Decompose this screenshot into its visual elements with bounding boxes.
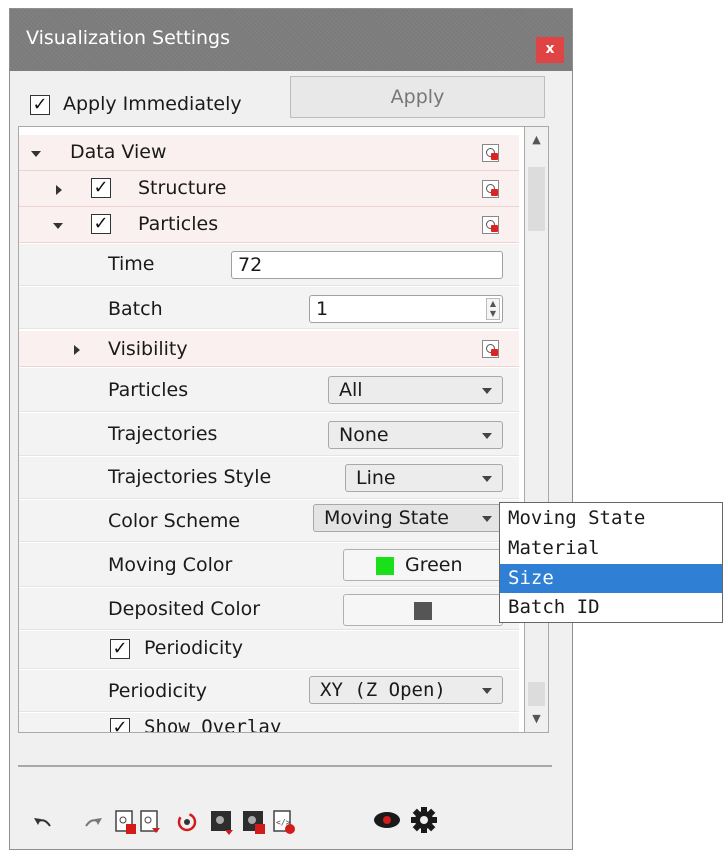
- refresh-icon[interactable]: [174, 808, 200, 836]
- time-label: Time: [108, 253, 155, 275]
- trajectories-label: Trajectories: [108, 423, 218, 445]
- collapse-arrow-icon[interactable]: [31, 151, 41, 157]
- title-bar[interactable]: Visualization Settings x: [10, 9, 572, 71]
- window-title: Visualization Settings: [26, 27, 230, 49]
- redo-icon[interactable]: [80, 808, 106, 836]
- trajectories-style-combo[interactable]: Line: [345, 464, 503, 492]
- dropdown-option[interactable]: Moving State: [500, 504, 722, 533]
- particles-combo[interactable]: All: [328, 376, 503, 404]
- particles-label: Particles: [108, 379, 189, 401]
- tree-row-visibility[interactable]: Visibility: [19, 331, 519, 367]
- color-scheme-dropdown-list[interactable]: Moving State Material Size Batch ID: [499, 502, 723, 623]
- structure-label: Structure: [138, 177, 227, 199]
- export-data-icon[interactable]: [241, 808, 267, 836]
- batch-spinbox[interactable]: 1 ▲ ▼: [309, 295, 503, 323]
- batch-value: 1: [316, 298, 329, 320]
- tree-row-data-view[interactable]: Data View: [19, 135, 519, 171]
- scroll-down-icon[interactable]: ▼: [525, 706, 548, 732]
- property-row-show-overlay: ✓ Show Overlay: [19, 713, 519, 733]
- tree-scrollbar[interactable]: ▲ ▼: [524, 126, 549, 733]
- particles-value: All: [339, 379, 363, 401]
- color-scheme-value: Moving State: [324, 507, 449, 529]
- particles-checkbox[interactable]: ✓: [91, 214, 111, 234]
- property-row-trajectories: Trajectories None: [19, 413, 519, 456]
- trajectories-combo[interactable]: None: [328, 421, 503, 449]
- scrollbar-thumb[interactable]: [528, 167, 545, 231]
- chevron-down-icon: [482, 433, 492, 439]
- property-row-deposited-color: Deposited Color: [19, 588, 519, 630]
- tree-row-particles[interactable]: ✓ Particles: [19, 207, 519, 243]
- settings-tree: Data View ✓ Structure ✓ Particles Time 7…: [18, 126, 543, 733]
- reset-defaults-icon[interactable]: [482, 180, 499, 198]
- property-row-trajectories-style: Trajectories Style Line: [19, 457, 519, 499]
- tree-row-structure[interactable]: ✓ Structure: [19, 171, 519, 207]
- undo-icon[interactable]: [30, 808, 56, 836]
- periodicity-combo[interactable]: XY (Z Open): [309, 676, 503, 704]
- property-row-color-scheme: Color Scheme Moving State: [19, 500, 519, 542]
- show-overlay-label: Show Overlay: [144, 716, 282, 733]
- dropdown-option[interactable]: Batch ID: [500, 593, 722, 622]
- collapse-arrow-icon[interactable]: [53, 223, 63, 229]
- reset-defaults-icon[interactable]: [482, 144, 499, 162]
- moving-color-swatch: [376, 557, 394, 575]
- trajectories-style-value: Line: [356, 467, 396, 489]
- chevron-down-icon: [482, 388, 492, 394]
- property-row-batch: Batch 1 ▲ ▼: [19, 287, 519, 329]
- property-row-moving-color: Moving Color Green: [19, 543, 519, 587]
- color-scheme-label: Color Scheme: [108, 510, 241, 532]
- trajectories-value: None: [339, 424, 389, 446]
- dropdown-option-selected[interactable]: Size: [500, 564, 722, 593]
- export-image-icon[interactable]: [209, 808, 235, 836]
- expand-arrow-icon[interactable]: [74, 345, 80, 355]
- chevron-down-icon: [482, 516, 492, 522]
- periodicity-checkbox[interactable]: ✓: [110, 639, 130, 659]
- apply-immediately-checkbox[interactable]: ✓: [30, 95, 50, 115]
- periodicity-label: Periodicity: [108, 680, 207, 702]
- trajectories-style-label: Trajectories Style: [108, 466, 272, 488]
- script-icon[interactable]: </>: [271, 808, 297, 836]
- deposited-color-label: Deposited Color: [108, 598, 261, 620]
- settings-gear-icon[interactable]: [409, 804, 439, 836]
- time-input[interactable]: 72: [231, 251, 503, 279]
- moving-color-value: Green: [405, 554, 463, 576]
- chevron-down-icon: [482, 476, 492, 482]
- data-view-label: Data View: [70, 141, 167, 163]
- save-settings-icon[interactable]: [113, 808, 139, 836]
- property-row-periodicity: Periodicity XY (Z Open): [19, 670, 519, 712]
- show-overlay-checkbox[interactable]: ✓: [110, 718, 130, 732]
- chevron-down-icon: [482, 688, 492, 694]
- reset-defaults-icon[interactable]: [482, 216, 499, 234]
- periodicity-check-label: Periodicity: [144, 637, 243, 659]
- apply-immediately-label: Apply Immediately: [63, 93, 242, 115]
- property-row-periodicity-check: ✓ Periodicity: [19, 631, 519, 669]
- scroll-up-icon[interactable]: ▲: [525, 127, 548, 153]
- visibility-eye-icon[interactable]: [372, 806, 402, 834]
- apply-button[interactable]: Apply: [290, 76, 545, 118]
- color-scheme-combo[interactable]: Moving State: [313, 504, 503, 532]
- spinner-arrows-icon[interactable]: ▲ ▼: [486, 298, 500, 320]
- load-settings-icon[interactable]: [138, 808, 164, 836]
- moving-color-label: Moving Color: [108, 554, 233, 576]
- scrollbar-lower-thumb[interactable]: [528, 682, 545, 706]
- property-row-time: Time 72: [19, 244, 519, 286]
- close-button[interactable]: x: [536, 37, 564, 63]
- reset-defaults-icon[interactable]: [482, 340, 499, 358]
- moving-color-button[interactable]: Green: [343, 549, 503, 581]
- expand-arrow-icon[interactable]: [56, 185, 62, 195]
- dropdown-option[interactable]: Material: [500, 534, 722, 563]
- batch-label: Batch: [108, 298, 163, 320]
- particles-group-label: Particles: [138, 213, 219, 235]
- periodicity-value: XY (Z Open): [320, 679, 446, 701]
- visibility-label: Visibility: [108, 338, 188, 360]
- deposited-color-button[interactable]: [343, 594, 503, 626]
- structure-checkbox[interactable]: ✓: [91, 178, 111, 198]
- deposited-color-swatch: [414, 602, 432, 620]
- property-row-particles: Particles All: [19, 368, 519, 412]
- toolbar-divider: [18, 765, 552, 767]
